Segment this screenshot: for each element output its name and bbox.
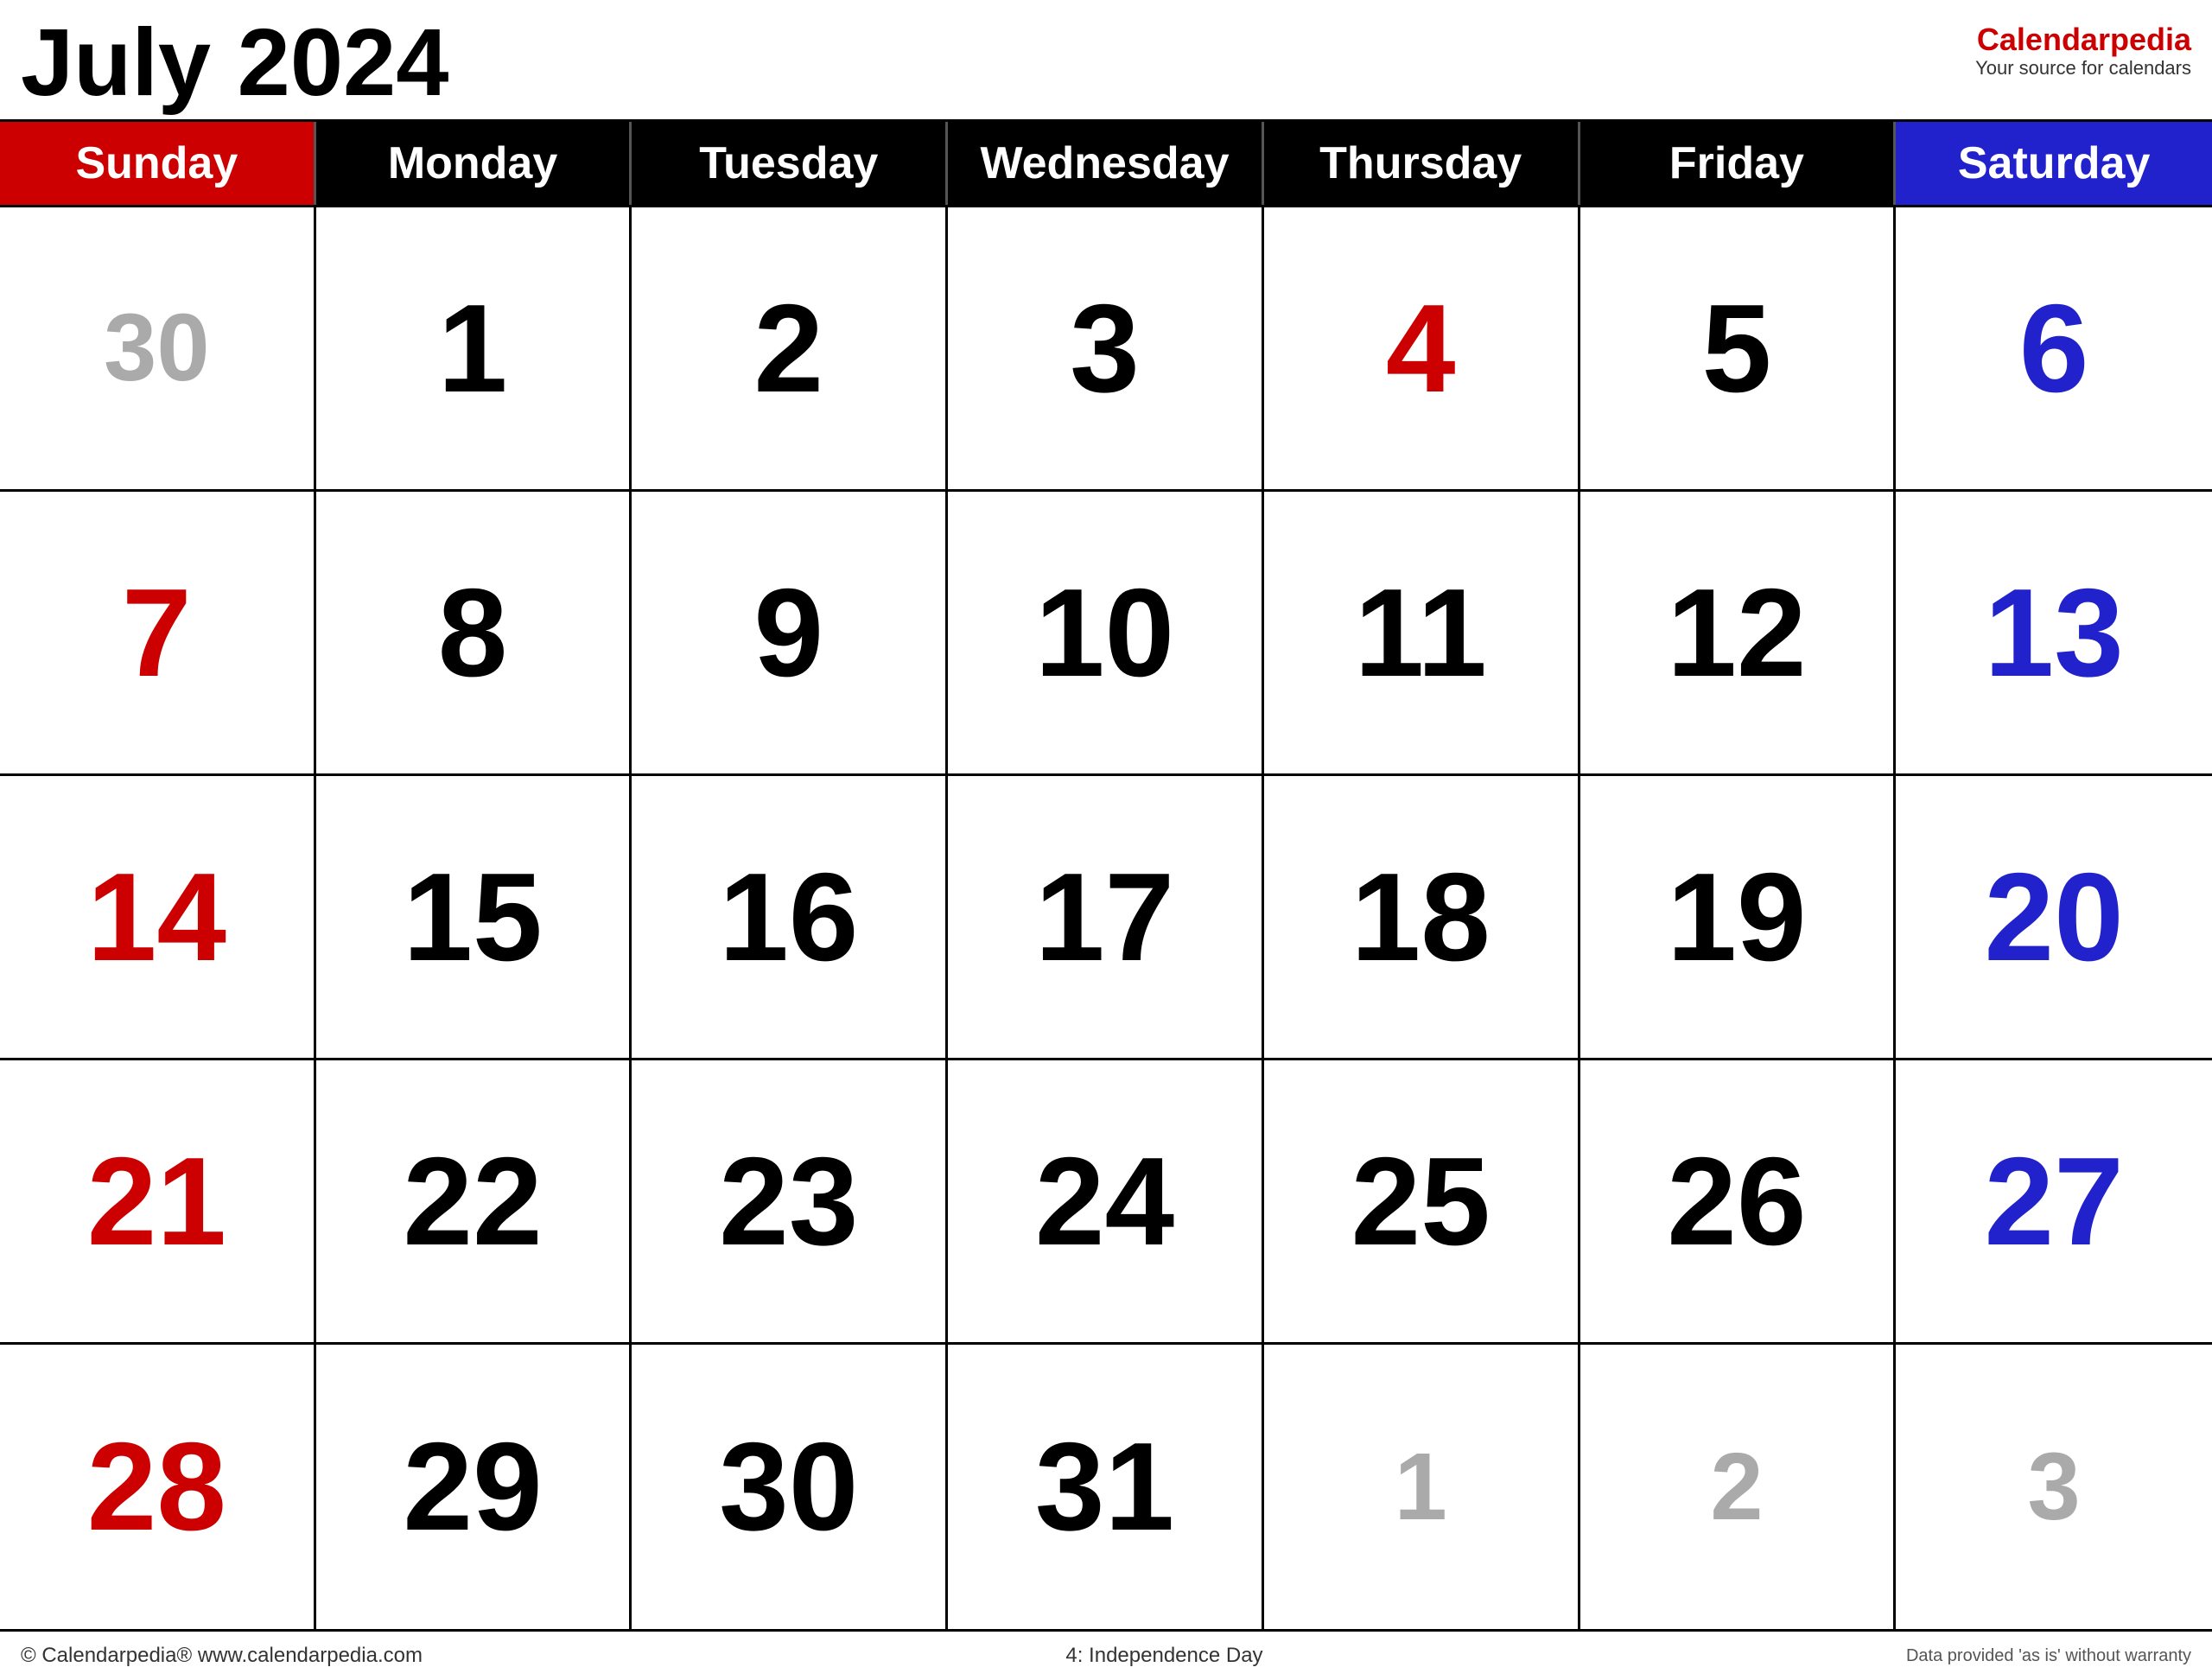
- brand-name-part2: pedia: [2110, 22, 2191, 57]
- day-number-2-week1: 2: [753, 286, 823, 411]
- header-thursday: Thursday: [1264, 122, 1580, 205]
- day-number-19-week3: 19: [1667, 855, 1806, 980]
- cell-week3-day7: 20: [1896, 776, 2212, 1058]
- day-number-23-week4: 23: [719, 1139, 858, 1264]
- cell-week5-day1: 28: [0, 1345, 316, 1629]
- cell-week3-day3: 16: [632, 776, 948, 1058]
- cell-week1-day1: 30: [0, 207, 316, 489]
- day-number-15-week3: 15: [403, 855, 542, 980]
- day-number-2-week5: 2: [1710, 1440, 1763, 1535]
- cell-week2-day7: 13: [1896, 492, 2212, 773]
- day-number-12-week2: 12: [1667, 570, 1806, 696]
- week-row-1: 30 1 2 3 4 5 6: [0, 207, 2212, 492]
- day-number-1-week1: 1: [438, 286, 508, 411]
- cell-week5-day4: 31: [948, 1345, 1264, 1629]
- day-number-24-week4: 24: [1035, 1139, 1174, 1264]
- cell-week3-day2: 15: [316, 776, 632, 1058]
- day-number-5-week1: 5: [1702, 286, 1772, 411]
- cell-week4-day4: 24: [948, 1060, 1264, 1342]
- day-number-27-week4: 27: [1984, 1139, 2123, 1264]
- day-number-11-week2: 11: [1355, 570, 1487, 696]
- cell-week5-day5: 1: [1264, 1345, 1580, 1629]
- day-number-1-week5: 1: [1395, 1440, 1447, 1535]
- cell-week2-day6: 12: [1580, 492, 1897, 773]
- day-number-4-week1: 4: [1386, 286, 1456, 411]
- day-number-8-week2: 8: [438, 570, 508, 696]
- cell-week4-day5: 25: [1264, 1060, 1580, 1342]
- day-number-3-week1: 3: [1070, 286, 1140, 411]
- header-friday: Friday: [1580, 122, 1897, 205]
- day-number-30-week1: 30: [104, 301, 209, 396]
- cell-week2-day1: 7: [0, 492, 316, 773]
- brand-name: Calendarpedia: [1975, 22, 2191, 57]
- footer-holiday: 4: Independence Day: [1065, 1644, 1262, 1668]
- day-number-31-week5: 31: [1035, 1424, 1174, 1550]
- day-number-21-week4: 21: [87, 1139, 226, 1264]
- day-number-6-week1: 6: [2019, 286, 2089, 411]
- cell-week1-day4: 3: [948, 207, 1264, 489]
- cell-week3-day5: 18: [1264, 776, 1580, 1058]
- header-saturday: Saturday: [1896, 122, 2212, 205]
- brand-name-part1: Calendar: [1977, 22, 2110, 57]
- cell-week1-day3: 2: [632, 207, 948, 489]
- cell-week4-day3: 23: [632, 1060, 948, 1342]
- calendar-container: Sunday Monday Tuesday Wednesday Thursday…: [0, 119, 2212, 1629]
- cell-week2-day4: 10: [948, 492, 1264, 773]
- cell-week2-day2: 8: [316, 492, 632, 773]
- brand-tagline: Your source for calendars: [1975, 57, 2191, 80]
- week-row-2: 7 8 9 10 11 12 13: [0, 492, 2212, 776]
- cell-week3-day4: 17: [948, 776, 1264, 1058]
- week-row-5: 28 29 30 31 1 2 3: [0, 1345, 2212, 1629]
- month-title: July 2024: [21, 16, 448, 111]
- day-number-26-week4: 26: [1667, 1139, 1806, 1264]
- day-number-7-week2: 7: [122, 570, 192, 696]
- day-number-28-week5: 28: [87, 1424, 226, 1550]
- cell-week2-day5: 11: [1264, 492, 1580, 773]
- cell-week1-day5: 4: [1264, 207, 1580, 489]
- page-wrapper: July 2024 Calendarpedia Your source for …: [0, 0, 2212, 1680]
- cell-week4-day7: 27: [1896, 1060, 2212, 1342]
- day-number-10-week2: 10: [1035, 570, 1174, 696]
- day-headers: Sunday Monday Tuesday Wednesday Thursday…: [0, 122, 2212, 207]
- day-number-3-week5: 3: [2028, 1440, 2081, 1535]
- footer-disclaimer: Data provided 'as is' without warranty: [1906, 1646, 2191, 1666]
- day-number-14-week3: 14: [87, 855, 226, 980]
- cell-week2-day3: 9: [632, 492, 948, 773]
- header-tuesday: Tuesday: [632, 122, 948, 205]
- cell-week1-day2: 1: [316, 207, 632, 489]
- calendar-grid: 3012345678910111213141516171819202122232…: [0, 207, 2212, 1629]
- week-row-4: 21 22 23 24 25 26 27: [0, 1060, 2212, 1345]
- cell-week1-day7: 6: [1896, 207, 2212, 489]
- cell-week5-day3: 30: [632, 1345, 948, 1629]
- day-number-30-week5: 30: [719, 1424, 858, 1550]
- cell-week5-day2: 29: [316, 1345, 632, 1629]
- day-number-29-week5: 29: [403, 1424, 542, 1550]
- header-sunday: Sunday: [0, 122, 316, 205]
- day-number-13-week2: 13: [1984, 570, 2123, 696]
- day-number-17-week3: 17: [1035, 855, 1174, 980]
- week-row-3: 14 15 16 17 18 19 20: [0, 776, 2212, 1060]
- header-monday: Monday: [316, 122, 632, 205]
- cell-week4-day1: 21: [0, 1060, 316, 1342]
- day-number-9-week2: 9: [753, 570, 823, 696]
- cell-week4-day6: 26: [1580, 1060, 1897, 1342]
- calendar-footer: © Calendarpedia® www.calendarpedia.com 4…: [0, 1629, 2212, 1680]
- cell-week3-day1: 14: [0, 776, 316, 1058]
- day-number-18-week3: 18: [1351, 855, 1491, 980]
- day-number-20-week3: 20: [1984, 855, 2123, 980]
- cell-week3-day6: 19: [1580, 776, 1897, 1058]
- header-wednesday: Wednesday: [948, 122, 1264, 205]
- cell-week1-day6: 5: [1580, 207, 1897, 489]
- day-number-25-week4: 25: [1351, 1139, 1491, 1264]
- brand-logo: Calendarpedia Your source for calendars: [1975, 16, 2191, 80]
- cell-week5-day6: 2: [1580, 1345, 1897, 1629]
- footer-copyright: © Calendarpedia® www.calendarpedia.com: [21, 1644, 423, 1668]
- cell-week5-day7: 3: [1896, 1345, 2212, 1629]
- day-number-16-week3: 16: [719, 855, 858, 980]
- cell-week4-day2: 22: [316, 1060, 632, 1342]
- day-number-22-week4: 22: [403, 1139, 542, 1264]
- calendar-header: July 2024 Calendarpedia Your source for …: [0, 0, 2212, 119]
